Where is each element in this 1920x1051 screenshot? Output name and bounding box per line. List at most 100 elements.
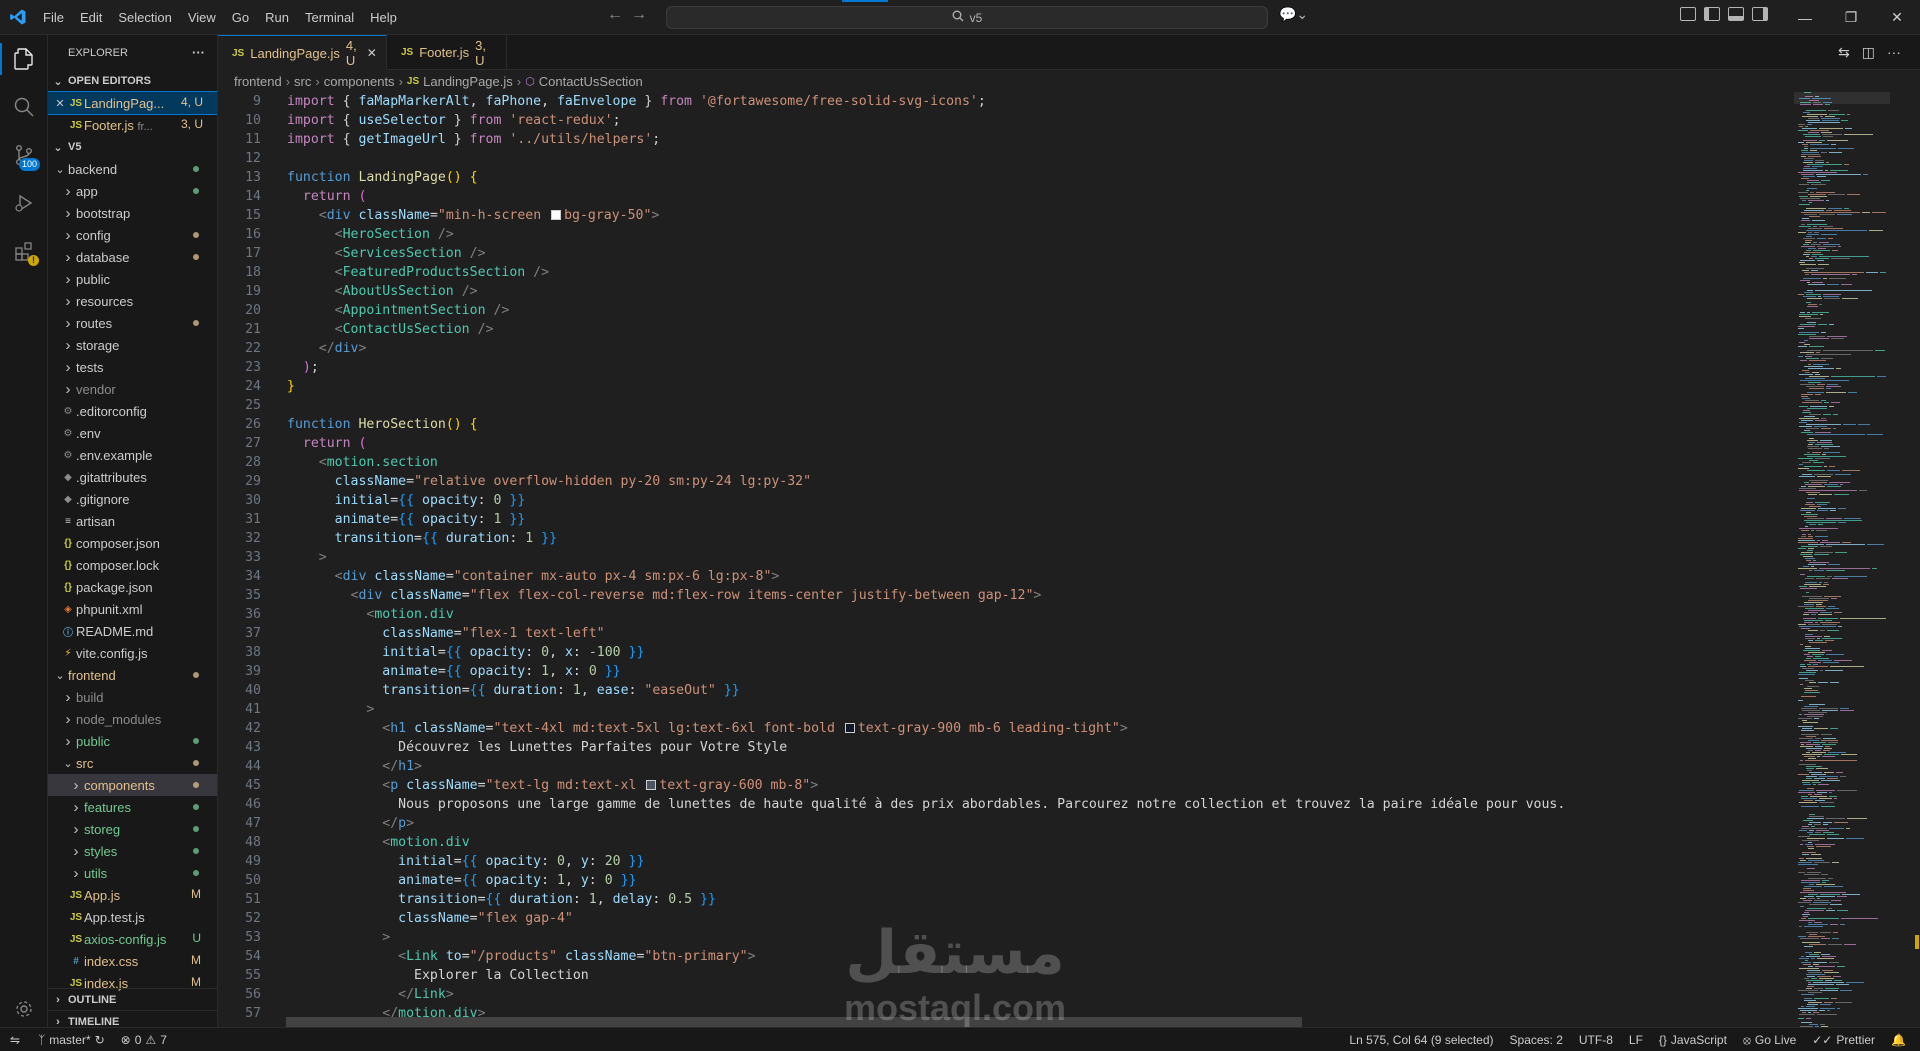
folder-storeg[interactable]: › storeg (48, 818, 217, 840)
file-package-json[interactable]: {} package.json (48, 576, 217, 598)
folder-components[interactable]: › components (48, 774, 217, 796)
file-app-test-js[interactable]: JS App.test.js (48, 906, 217, 928)
split-editor-icon[interactable]: ◫ (1862, 44, 1875, 61)
branch-indicator[interactable]: ᛉ master* ↻ (30, 1033, 113, 1047)
color-swatch[interactable] (646, 780, 657, 790)
file-composer-lock[interactable]: {} composer.lock (48, 554, 217, 576)
explorer-icon[interactable] (0, 35, 48, 83)
tab-footer-js[interactable]: JS Footer.js 3, U (387, 35, 507, 70)
file-env[interactable]: ⚙ .env (48, 422, 217, 444)
more-actions-icon[interactable]: ··· (192, 45, 205, 60)
code-editor[interactable]: 9 import { faMapMarkerAlt, faPhone, faEnv… (218, 92, 1788, 1027)
folder-node-modules[interactable]: › node_modules (48, 708, 217, 730)
folder-src[interactable]: ⌄ src (48, 752, 217, 774)
menu-terminal[interactable]: Terminal (297, 0, 362, 35)
notifications-button[interactable]: 🔔 (1883, 1033, 1914, 1047)
close-icon[interactable]: ✕ (52, 97, 68, 110)
go-live-button[interactable]: ⦻ Go Live (1735, 1033, 1804, 1048)
file-axios-config-js[interactable]: JS axios-config.js U (48, 928, 217, 950)
menu-view[interactable]: View (180, 0, 224, 35)
file-gitignore[interactable]: ◆ .gitignore (48, 488, 217, 510)
compare-changes-icon[interactable]: ⇆ (1838, 44, 1850, 61)
breadcrumb-item[interactable]: components (324, 74, 395, 89)
open-editor-item[interactable]: JS Footer.js fr... 3, U (48, 114, 217, 136)
forward-arrow-icon[interactable]: → (631, 6, 647, 24)
copilot-chat-icon[interactable]: 💬⌄ (1279, 6, 1308, 23)
folder-public[interactable]: › public (48, 730, 217, 752)
remote-indicator[interactable]: ⇋ (0, 1033, 30, 1047)
folder-build[interactable]: › build (48, 686, 217, 708)
close-icon[interactable]: ✕ (1874, 0, 1920, 35)
file-editorconfig[interactable]: ⚙ .editorconfig (48, 400, 217, 422)
folder-public[interactable]: › public (48, 268, 217, 290)
folder-frontend[interactable]: ⌄ frontend (48, 664, 217, 686)
indentation[interactable]: Spaces: 2 (1502, 1033, 1571, 1047)
end-of-line[interactable]: LF (1621, 1033, 1651, 1047)
file-env-example[interactable]: ⚙ .env.example (48, 444, 217, 466)
minimap[interactable] (1788, 92, 1920, 1027)
folder-app[interactable]: › app (48, 180, 217, 202)
language-mode[interactable]: {} JavaScript (1651, 1033, 1735, 1047)
file-readme-md[interactable]: ⓘ README.md (48, 620, 217, 642)
cursor-position[interactable]: Ln 575, Col 64 (9 selected) (1341, 1033, 1501, 1047)
extensions-icon[interactable]: ! (0, 227, 48, 275)
open-editors-header[interactable]: ⌄ OPEN EDITORS (48, 70, 217, 92)
folder-bootstrap[interactable]: › bootstrap (48, 202, 217, 224)
file-app-js[interactable]: JS App.js M (48, 884, 217, 906)
menu-go[interactable]: Go (224, 0, 257, 35)
folder-backend[interactable]: ⌄ backend (48, 158, 217, 180)
breadcrumb-item[interactable]: src (294, 74, 311, 89)
run-debug-icon[interactable] (0, 179, 48, 227)
encoding[interactable]: UTF-8 (1571, 1033, 1621, 1047)
breadcrumb-item[interactable]: LandingPage.js (423, 74, 513, 89)
folder-utils[interactable]: › utils (48, 862, 217, 884)
menu-selection[interactable]: Selection (110, 0, 179, 35)
open-editor-item[interactable]: ✕ JS LandingPag... 4, U (48, 91, 217, 115)
folder-vendor[interactable]: › vendor (48, 378, 217, 400)
source-control-icon[interactable]: 100 (0, 131, 48, 179)
file-index-css[interactable]: # index.css M (48, 950, 217, 972)
restore-icon[interactable]: ❐ (1828, 0, 1874, 35)
problems-indicator[interactable]: ⊗ 0 ⚠ 7 (113, 1033, 175, 1047)
folder-resources[interactable]: › resources (48, 290, 217, 312)
file-composer-json[interactable]: {} composer.json (48, 532, 217, 554)
color-swatch[interactable] (844, 723, 855, 733)
folder-routes[interactable]: › routes (48, 312, 217, 334)
menu-help[interactable]: Help (362, 0, 405, 35)
file-vite-config-js[interactable]: ⚡ vite.config.js (48, 642, 217, 664)
folder-styles[interactable]: › styles (48, 840, 217, 862)
folder-config[interactable]: › config (48, 224, 217, 246)
manage-gear-icon[interactable] (0, 985, 48, 1033)
outline-header[interactable]: › OUTLINE (48, 988, 217, 1010)
folder-storage[interactable]: › storage (48, 334, 217, 356)
file-phpunit-xml[interactable]: ◈ phpunit.xml (48, 598, 217, 620)
file-gitattributes[interactable]: ◆ .gitattributes (48, 466, 217, 488)
folder-database[interactable]: › database (48, 246, 217, 268)
folder-features[interactable]: › features (48, 796, 217, 818)
timeline-header[interactable]: › TIMELINE (48, 1010, 217, 1027)
folder-tests[interactable]: › tests (48, 356, 217, 378)
breadcrumb-item[interactable]: ContactUsSection (539, 74, 643, 89)
horizontal-scrollbar[interactable] (286, 1017, 1302, 1027)
close-icon[interactable]: ✕ (367, 46, 377, 60)
toggle-panel-icon[interactable] (1728, 7, 1744, 21)
breadcrumb-item[interactable]: frontend (234, 74, 282, 89)
tab-landingpage-js[interactable]: JS LandingPage.js 4, U ✕ (218, 35, 387, 70)
prettier-status[interactable]: ✓✓ Prettier (1804, 1033, 1883, 1047)
minimap-slider[interactable] (1794, 92, 1890, 104)
minimap-line (1801, 1022, 1812, 1023)
search-activity-icon[interactable] (0, 83, 48, 131)
file-artisan[interactable]: ≡ artisan (48, 510, 217, 532)
customize-layout-icon[interactable] (1680, 7, 1696, 21)
toggle-secondary-sidebar-icon[interactable] (1752, 7, 1768, 21)
command-center-search[interactable]: v5 (666, 6, 1268, 29)
minimize-icon[interactable]: — (1782, 0, 1828, 35)
more-actions-icon[interactable]: ··· (1887, 44, 1901, 61)
toggle-primary-sidebar-icon[interactable] (1704, 7, 1720, 21)
menu-file[interactable]: File (35, 0, 72, 35)
menu-edit[interactable]: Edit (72, 0, 110, 35)
back-arrow-icon[interactable]: ← (607, 6, 623, 24)
color-swatch[interactable] (551, 210, 562, 220)
menu-run[interactable]: Run (257, 0, 297, 35)
workspace-header[interactable]: ⌄ V5 (48, 136, 217, 158)
